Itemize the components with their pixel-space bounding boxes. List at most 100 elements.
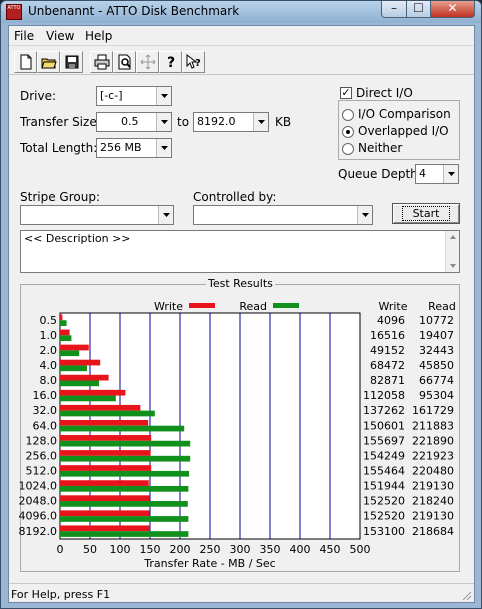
- read-bar: [60, 516, 189, 522]
- data-label: 2048.0: [19, 495, 58, 508]
- svg-text:?: ?: [195, 58, 201, 69]
- data-label: 152520: [363, 510, 405, 523]
- total-length-select[interactable]: 256 MB: [96, 138, 172, 158]
- transfer-size-to-select[interactable]: 8192.0: [193, 112, 269, 132]
- resize-grip-icon[interactable]: [460, 589, 472, 601]
- data-label: 19407: [419, 329, 454, 342]
- transfer-size-from-select[interactable]: 0.5: [96, 112, 172, 132]
- neither-radio[interactable]: [342, 143, 354, 155]
- new-button[interactable]: [14, 51, 37, 73]
- data-label: 211883: [412, 419, 454, 432]
- read-bar: [60, 335, 72, 342]
- data-label: 1024.0: [19, 480, 58, 493]
- stripe-group-select[interactable]: [20, 205, 174, 225]
- description-field[interactable]: << Description >>: [20, 230, 460, 273]
- print-icon: [94, 54, 109, 70]
- legend-write-swatch: [189, 303, 215, 308]
- print-preview-button[interactable]: [113, 51, 136, 73]
- start-button[interactable]: Start: [392, 203, 460, 224]
- write-bar: [60, 374, 109, 381]
- x-tick-label: 50: [83, 543, 97, 556]
- menu-bar: File View Help: [9, 26, 474, 46]
- data-label: 4096: [377, 314, 405, 327]
- data-label: 0.5: [40, 314, 58, 327]
- description-text: << Description >>: [24, 232, 131, 245]
- x-tick-label: 350: [260, 543, 281, 556]
- data-label: 32.0: [33, 404, 58, 417]
- open-button[interactable]: [37, 51, 60, 73]
- data-label: 153100: [363, 525, 405, 538]
- title-bar[interactable]: ATTO Unbenannt - ATTO Disk Benchmark – ☐…: [1, 1, 481, 23]
- x-tick-label: 450: [320, 543, 341, 556]
- read-bar: [60, 320, 67, 326]
- close-button[interactable]: ✕: [430, 1, 475, 18]
- write-bar: [60, 480, 149, 486]
- chevron-down-icon[interactable]: [156, 87, 171, 105]
- data-label: 137262: [363, 404, 405, 417]
- data-label: 128.0: [26, 434, 58, 447]
- legend-read-swatch: [273, 303, 299, 308]
- queue-depth-label: Queue Depth:: [338, 167, 422, 181]
- description-scrollbar[interactable]: [445, 231, 459, 272]
- minimize-button[interactable]: –: [381, 1, 407, 18]
- write-bar: [60, 450, 151, 456]
- data-label: 150601: [363, 419, 405, 432]
- data-label: 112058: [363, 389, 405, 402]
- overlapped-io-radio[interactable]: [342, 126, 354, 138]
- print-button[interactable]: [90, 51, 113, 73]
- chevron-down-icon[interactable]: [443, 165, 458, 183]
- chevron-down-icon[interactable]: [357, 206, 372, 224]
- menu-file[interactable]: File: [14, 29, 34, 43]
- write-bar: [60, 314, 63, 321]
- read-bar: [60, 350, 80, 357]
- chevron-down-icon[interactable]: [253, 113, 268, 131]
- data-label: 221923: [412, 449, 454, 462]
- drive-select[interactable]: [-c-]: [96, 86, 172, 106]
- results-chart: 0 50 100 150 200 250 300 350 400 450 500 0.5 4096 107…: [19, 300, 456, 570]
- chevron-down-icon[interactable]: [156, 113, 171, 131]
- transfer-size-label: Transfer Size:: [20, 115, 101, 129]
- write-bar: [60, 419, 149, 426]
- total-length-value: 256 MB: [100, 141, 142, 154]
- menu-view[interactable]: View: [46, 29, 74, 43]
- neither-label: Neither: [358, 141, 403, 155]
- controlled-by-select[interactable]: [193, 205, 373, 225]
- write-bar: [60, 389, 126, 396]
- save-icon: [65, 55, 78, 69]
- overlapped-io-label: Overlapped I/O: [358, 124, 449, 138]
- menu-help[interactable]: Help: [85, 29, 112, 43]
- read-column-header: Read: [428, 300, 456, 313]
- data-label: 16.0: [33, 389, 58, 402]
- maximize-button[interactable]: ☐: [406, 1, 431, 18]
- io-comparison-radio[interactable]: [342, 109, 354, 121]
- io-mode-group: I/O Comparison Overlapped I/O Neither: [338, 100, 460, 160]
- results-title: Test Results: [206, 277, 275, 290]
- status-text: For Help, press F1: [11, 588, 111, 601]
- read-bar: [60, 410, 155, 417]
- queue-depth-select[interactable]: 4: [415, 164, 459, 184]
- data-label: 45850: [419, 359, 454, 372]
- save-button[interactable]: [60, 51, 83, 73]
- transfer-from-value: 0.5: [121, 115, 139, 128]
- chevron-down-icon[interactable]: [158, 206, 173, 224]
- controlled-by-label: Controlled by:: [193, 190, 277, 204]
- data-label: 152520: [363, 495, 405, 508]
- scroll-arrows-icon: [450, 235, 456, 268]
- context-help-button[interactable]: ?: [182, 51, 205, 73]
- data-label: 2.0: [40, 344, 58, 357]
- help-icon: ?: [167, 55, 175, 70]
- drive-value: [-c-]: [100, 89, 123, 102]
- data-label: 151944: [363, 480, 405, 493]
- print-preview-icon: [118, 54, 131, 70]
- move-button[interactable]: [136, 51, 159, 73]
- legend-read-label: Read: [239, 300, 267, 313]
- data-label: 155697: [363, 434, 405, 447]
- queue-depth-value: 4: [419, 167, 426, 180]
- data-label: 82871: [370, 374, 405, 387]
- client-area: File View Help ? ? Drive: [-c-] Transfer…: [8, 25, 475, 603]
- drive-label: Drive:: [20, 89, 57, 103]
- write-bar: [60, 404, 141, 411]
- direct-io-checkbox[interactable]: ✓: [340, 87, 352, 99]
- chevron-down-icon[interactable]: [156, 139, 171, 157]
- help-button[interactable]: ?: [159, 51, 182, 73]
